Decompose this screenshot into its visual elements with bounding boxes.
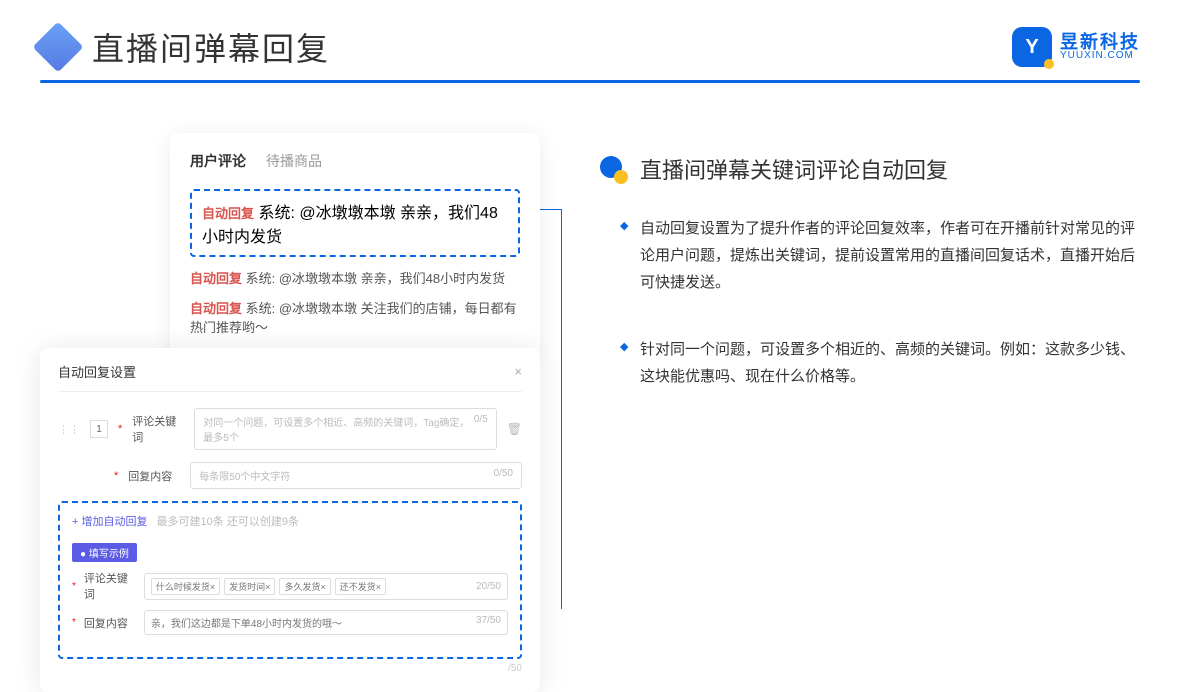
connector-line — [537, 209, 562, 609]
keyword-tag[interactable]: 发货时间× — [224, 578, 275, 595]
header-left: 直播间弹幕回复 — [40, 24, 330, 70]
subsection-title: 直播间弹幕关键词评论自动回复 — [640, 153, 948, 185]
logo-text: 昱新科技 YUUXIN.COM — [1060, 33, 1140, 61]
trash-icon[interactable]: 🗑 — [507, 422, 522, 436]
tabs: 用户评论 待播商品 — [190, 151, 520, 171]
reply-placeholder: 每条限50个中文字符 — [199, 468, 290, 483]
modal-header: 自动回复设置 × — [58, 362, 522, 392]
ex-reply-counter: 37/50 — [476, 615, 501, 630]
highlighted-comment: 自动回复 系统: @冰墩墩本墩 亲亲，我们48小时内发货 — [190, 189, 520, 257]
page-header: 直播间弹幕回复 Y 昱新科技 YUUXIN.COM — [0, 0, 1180, 80]
ex-keyword-label: 评论关键词 — [84, 570, 136, 602]
form-row-2: * 回复内容 每条限50个中文字符 0/50 — [58, 462, 522, 489]
add-auto-reply-link[interactable]: + 增加自动回复 — [72, 516, 147, 528]
tab-user-comments[interactable]: 用户评论 — [190, 151, 246, 171]
keyword-counter: 0/5 — [474, 414, 488, 444]
auto-reply-badge: 自动回复 — [190, 301, 242, 316]
comment-text: 系统: @冰墩墩本墩 亲亲，我们48小时内发货 — [246, 271, 506, 286]
keyword-placeholder: 对同一个问题，可设置多个相近、高频的关键词，Tag确定，最多5个 — [203, 414, 474, 444]
form-row-1: ⋮⋮ 1 * 评论关键词 对同一个问题，可设置多个相近、高频的关键词，Tag确定… — [58, 408, 522, 450]
required-star-icon: * — [118, 423, 122, 435]
reply-input[interactable]: 每条限50个中文字符 0/50 — [190, 462, 522, 489]
page-title: 直播间弹幕回复 — [92, 24, 330, 70]
keyword-input[interactable]: 对同一个问题，可设置多个相近、高频的关键词，Tag确定，最多5个 0/5 — [194, 408, 496, 450]
reply-counter: 0/50 — [494, 468, 513, 483]
ex-reply-box: 亲，我们这边都是下单48小时内发货的哦～ 37/50 — [144, 610, 508, 635]
ex-keyword-tags[interactable]: 什么时候发货× 发货时间× 多久发货× 还不发货× 20/50 — [144, 573, 508, 600]
logo-en: YUUXIN.COM — [1060, 51, 1140, 61]
example-section: + 增加自动回复 最多可建10条 还可以创建9条 ● 填写示例 * 评论关键词 … — [58, 501, 522, 659]
brand-logo: Y 昱新科技 YUUXIN.COM — [1012, 27, 1140, 67]
ex-reply-label: 回复内容 — [84, 615, 136, 631]
close-icon[interactable]: × — [514, 364, 522, 379]
bullet-item-1: 自动回复设置为了提升作者的评论回复效率，作者可在开播前针对常见的评论用户问题，提… — [620, 215, 1140, 296]
add-hint: 最多可建10条 还可以创建9条 — [157, 516, 299, 528]
example-badge: ● 填写示例 — [72, 543, 137, 562]
right-column: 直播间弹幕关键词评论自动回复 自动回复设置为了提升作者的评论回复效率，作者可在开… — [600, 133, 1140, 430]
logo-cn: 昱新科技 — [1060, 33, 1140, 51]
comments-card: 用户评论 待播商品 自动回复 系统: @冰墩墩本墩 亲亲，我们48小时内发货 自… — [170, 133, 540, 358]
bullet-item-2: 针对同一个问题，可设置多个相近的、高频的关键词。例如：这款多少钱、这块能优惠吗、… — [620, 336, 1140, 390]
reply-label: 回复内容 — [128, 468, 180, 484]
ex-reply-text: 亲，我们这边都是下单48小时内发货的哦～ — [151, 615, 342, 630]
keyword-tag[interactable]: 还不发货× — [335, 578, 386, 595]
auto-reply-badge: 自动回复 — [190, 271, 242, 286]
example-reply-row: * 回复内容 亲，我们这边都是下单48小时内发货的哦～ 37/50 — [72, 610, 508, 635]
cube-icon — [33, 22, 84, 73]
outer-counter: /50 — [58, 663, 522, 674]
subsection-header: 直播间弹幕关键词评论自动回复 — [600, 153, 1140, 185]
logo-badge-icon: Y — [1012, 27, 1052, 67]
required-star-icon: * — [72, 581, 76, 592]
description-bullets: 自动回复设置为了提升作者的评论回复效率，作者可在开播前针对常见的评论用户问题，提… — [600, 215, 1140, 390]
example-keyword-row: * 评论关键词 什么时候发货× 发货时间× 多久发货× 还不发货× 20/50 — [72, 570, 508, 602]
ex-keyword-counter: 20/50 — [476, 581, 501, 592]
keyword-tag[interactable]: 什么时候发货× — [151, 578, 220, 595]
row-number: 1 — [90, 420, 108, 438]
keyword-label: 评论关键词 — [132, 413, 184, 445]
required-star-icon: * — [72, 617, 76, 628]
modal-title: 自动回复设置 — [58, 362, 136, 381]
auto-reply-badge: 自动回复 — [202, 206, 254, 221]
bullet-icon — [600, 156, 626, 182]
comment-line-2: 自动回复 系统: @冰墩墩本墩 亲亲，我们48小时内发货 — [190, 269, 520, 289]
auto-reply-settings-modal: 自动回复设置 × ⋮⋮ 1 * 评论关键词 对同一个问题，可设置多个相近、高频的… — [40, 348, 540, 692]
comment-line-3: 自动回复 系统: @冰墩墩本墩 关注我们的店铺，每日都有热门推荐哟～ — [190, 299, 520, 338]
keyword-tag[interactable]: 多久发货× — [279, 578, 330, 595]
left-column: 用户评论 待播商品 自动回复 系统: @冰墩墩本墩 亲亲，我们48小时内发货 自… — [40, 133, 540, 430]
required-star-icon: * — [114, 470, 118, 482]
tab-pending-products[interactable]: 待播商品 — [266, 151, 322, 171]
